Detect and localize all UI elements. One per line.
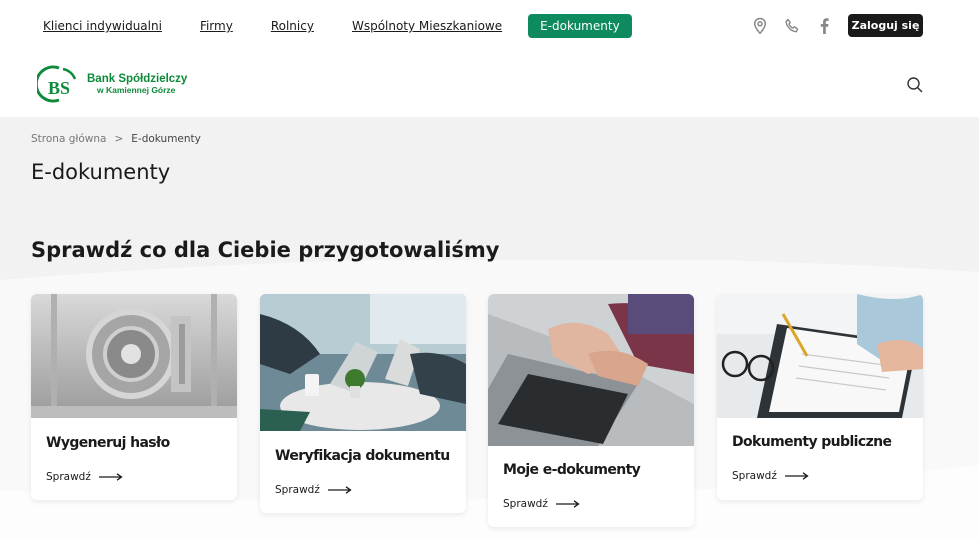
search-icon[interactable] bbox=[906, 76, 924, 94]
signing-document-image bbox=[717, 294, 923, 418]
top-navigation: Klienci indywidualni Firmy Rolnicy Wspól… bbox=[43, 14, 670, 38]
logo-line-2: w Kamiennej Górze bbox=[97, 84, 176, 95]
header-icons bbox=[750, 14, 834, 38]
breadcrumb-home[interactable]: Strona główna bbox=[31, 133, 106, 145]
arrow-right-icon bbox=[327, 486, 352, 494]
breadcrumb-current: E-dokumenty bbox=[131, 133, 201, 145]
arrow-right-icon bbox=[784, 472, 809, 480]
card-dokumenty-publiczne[interactable]: Dokumenty publiczne Sprawdź bbox=[717, 294, 923, 500]
card-link[interactable]: Sprawdź bbox=[732, 470, 809, 482]
bank-logo[interactable]: BS Bank Spółdzielczy w Kamiennej Górze bbox=[37, 65, 187, 103]
card-title: Dokumenty publiczne bbox=[732, 434, 892, 450]
header: Klienci indywidualni Firmy Rolnicy Wspól… bbox=[0, 0, 979, 117]
meeting-laptops-image bbox=[260, 294, 466, 431]
arrow-right-icon bbox=[98, 473, 123, 481]
typing-laptop-image bbox=[488, 294, 694, 446]
card-wygeneruj-haslo[interactable]: Wygeneruj hasło Sprawdź bbox=[31, 294, 237, 500]
facebook-icon[interactable] bbox=[814, 16, 834, 36]
card-link[interactable]: Sprawdź bbox=[275, 484, 352, 496]
logo-line-1: Bank Spółdzielczy bbox=[87, 72, 188, 85]
breadcrumb-separator: > bbox=[114, 133, 124, 145]
card-link[interactable]: Sprawdź bbox=[46, 471, 123, 483]
card-link[interactable]: Sprawdź bbox=[503, 498, 580, 510]
card-title: Moje e-dokumenty bbox=[503, 462, 641, 478]
card-title: Wygeneruj hasło bbox=[46, 435, 170, 451]
page-title: E-dokumenty bbox=[31, 160, 171, 184]
arrow-right-icon bbox=[555, 500, 580, 508]
card-moje-e-dokumenty[interactable]: Moje e-dokumenty Sprawdź bbox=[488, 294, 694, 527]
bs-logo-mark: BS bbox=[37, 65, 77, 103]
nav-klienci-indywidualni[interactable]: Klienci indywidualni bbox=[43, 19, 162, 33]
svg-text:BS: BS bbox=[48, 78, 70, 98]
card-weryfikacja-dokumentu[interactable]: Weryfikacja dokumentu Sprawdź bbox=[260, 294, 466, 513]
breadcrumb: Strona główna > E-dokumenty bbox=[31, 133, 201, 145]
nav-rolnicy[interactable]: Rolnicy bbox=[271, 19, 314, 33]
login-button[interactable]: Zaloguj się bbox=[848, 14, 923, 37]
section-title: Sprawdź co dla Ciebie przygotowaliśmy bbox=[31, 238, 500, 262]
nav-e-dokumenty[interactable]: E-dokumenty bbox=[528, 14, 632, 38]
nav-wspolnoty-mieszkaniowe[interactable]: Wspólnoty Mieszkaniowe bbox=[352, 19, 502, 33]
nav-firmy[interactable]: Firmy bbox=[200, 19, 233, 33]
card-title: Weryfikacja dokumentu bbox=[275, 448, 450, 464]
location-pin-icon[interactable] bbox=[750, 16, 770, 36]
vault-door-image bbox=[31, 294, 237, 418]
phone-icon[interactable] bbox=[782, 16, 802, 36]
